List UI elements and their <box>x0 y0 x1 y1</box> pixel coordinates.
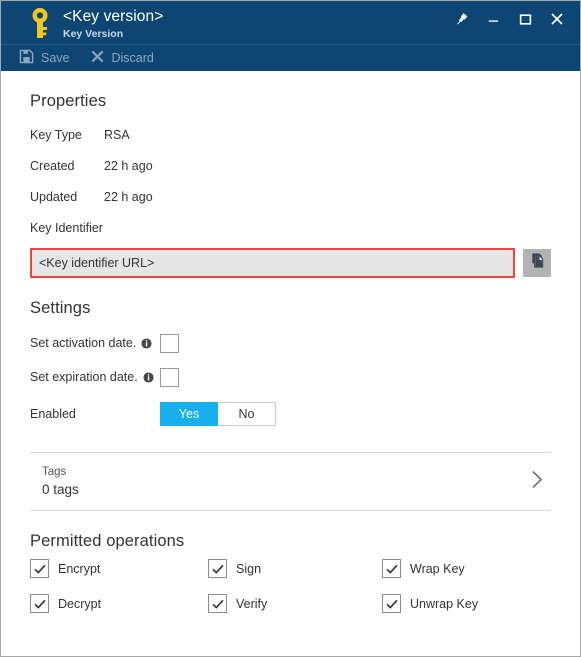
activation-date-label: Set activation date. <box>30 336 137 350</box>
checkbox-checked-icon[interactable] <box>30 559 49 578</box>
operation-label: Encrypt <box>58 561 101 576</box>
property-value: 22 h ago <box>104 189 153 204</box>
tags-count: 0 tags <box>42 482 79 497</box>
expiration-date-checkbox[interactable] <box>160 367 179 387</box>
close-button[interactable] <box>542 6 572 32</box>
setting-row-activation-date: Set activation date. <box>30 326 551 360</box>
operation-verify[interactable]: Verify <box>208 594 382 613</box>
operation-encrypt[interactable]: Encrypt <box>30 559 208 578</box>
window-title: <Key version> <box>63 8 164 25</box>
permitted-operations-grid: Encrypt Sign Wrap Key Decrypt Verify Unw… <box>30 559 551 613</box>
info-icon[interactable] <box>143 371 154 383</box>
key-identifier-input[interactable]: <Key identifier URL> <box>30 248 515 278</box>
operation-label: Unwrap Key <box>410 596 479 611</box>
property-value: 22 h ago <box>104 158 153 173</box>
property-label: Key Type <box>30 127 82 142</box>
title-text-group: <Key version> Key Version <box>63 7 163 41</box>
key-icon <box>27 7 53 39</box>
property-label: Updated <box>30 189 78 204</box>
operation-decrypt[interactable]: Decrypt <box>30 594 208 613</box>
activation-date-label-group: Set activation date. <box>30 336 160 350</box>
properties-heading: Properties <box>30 92 107 110</box>
maximize-button[interactable] <box>510 6 540 32</box>
checkbox-checked-icon[interactable] <box>208 594 227 613</box>
checkbox-checked-icon[interactable] <box>208 559 227 578</box>
operation-label: Sign <box>236 561 262 576</box>
save-icon <box>19 49 34 67</box>
discard-button[interactable]: Discard <box>90 49 154 67</box>
operation-label: Decrypt <box>58 596 102 611</box>
property-row-key-type: Key Type RSA <box>30 119 551 150</box>
window-subtitle: Key Version <box>63 28 124 40</box>
enabled-toggle: Yes No <box>160 402 276 426</box>
command-bar: Save Discard <box>1 44 580 71</box>
checkbox-checked-icon[interactable] <box>382 594 401 613</box>
operation-wrap-key[interactable]: Wrap Key <box>382 559 551 578</box>
save-button[interactable]: Save <box>19 49 70 67</box>
property-row-updated: Updated 22 h ago <box>30 181 551 212</box>
setting-row-expiration-date: Set expiration date. <box>30 360 551 394</box>
discard-icon <box>90 49 105 67</box>
key-version-window: <Key version> Key Version Save Discard P… <box>0 0 581 657</box>
activation-date-checkbox[interactable] <box>160 333 179 353</box>
property-label: Key Identifier <box>30 220 103 235</box>
checkbox-checked-icon[interactable] <box>382 559 401 578</box>
property-value: RSA <box>104 127 130 142</box>
copy-button[interactable] <box>523 249 551 277</box>
chevron-right-icon <box>529 468 545 495</box>
tags-row[interactable]: Tags 0 tags <box>30 452 551 511</box>
window-controls <box>446 6 572 32</box>
setting-row-enabled: Enabled Yes No <box>30 394 551 434</box>
title-bar: <Key version> Key Version <box>1 1 580 44</box>
permitted-operations-heading: Permitted operations <box>30 532 185 550</box>
operation-sign[interactable]: Sign <box>208 559 382 578</box>
info-icon[interactable] <box>141 337 152 349</box>
property-row-key-identifier: Key Identifier <box>30 212 551 243</box>
expiration-date-label: Set expiration date. <box>30 370 138 384</box>
key-identifier-row: <Key identifier URL> <box>30 248 551 278</box>
settings-heading: Settings <box>30 299 91 317</box>
tags-text-group: Tags 0 tags <box>30 464 79 499</box>
tags-title: Tags <box>42 466 67 478</box>
discard-label: Discard <box>111 50 154 65</box>
expiration-date-label-group: Set expiration date. <box>30 370 160 384</box>
property-label: Created <box>30 158 75 173</box>
main-content: Properties Key Type RSA Created 22 h ago… <box>1 92 580 613</box>
operation-label: Wrap Key <box>410 561 465 576</box>
copy-icon <box>529 252 546 274</box>
minimize-button[interactable] <box>478 6 508 32</box>
checkbox-checked-icon[interactable] <box>30 594 49 613</box>
enabled-label: Enabled <box>30 407 76 421</box>
enabled-toggle-no[interactable]: No <box>218 402 276 426</box>
property-row-created: Created 22 h ago <box>30 150 551 181</box>
operation-label: Verify <box>236 596 268 611</box>
operation-unwrap-key[interactable]: Unwrap Key <box>382 594 551 613</box>
save-label: Save <box>41 50 70 65</box>
enabled-toggle-yes[interactable]: Yes <box>160 402 218 426</box>
pin-button[interactable] <box>446 6 476 32</box>
